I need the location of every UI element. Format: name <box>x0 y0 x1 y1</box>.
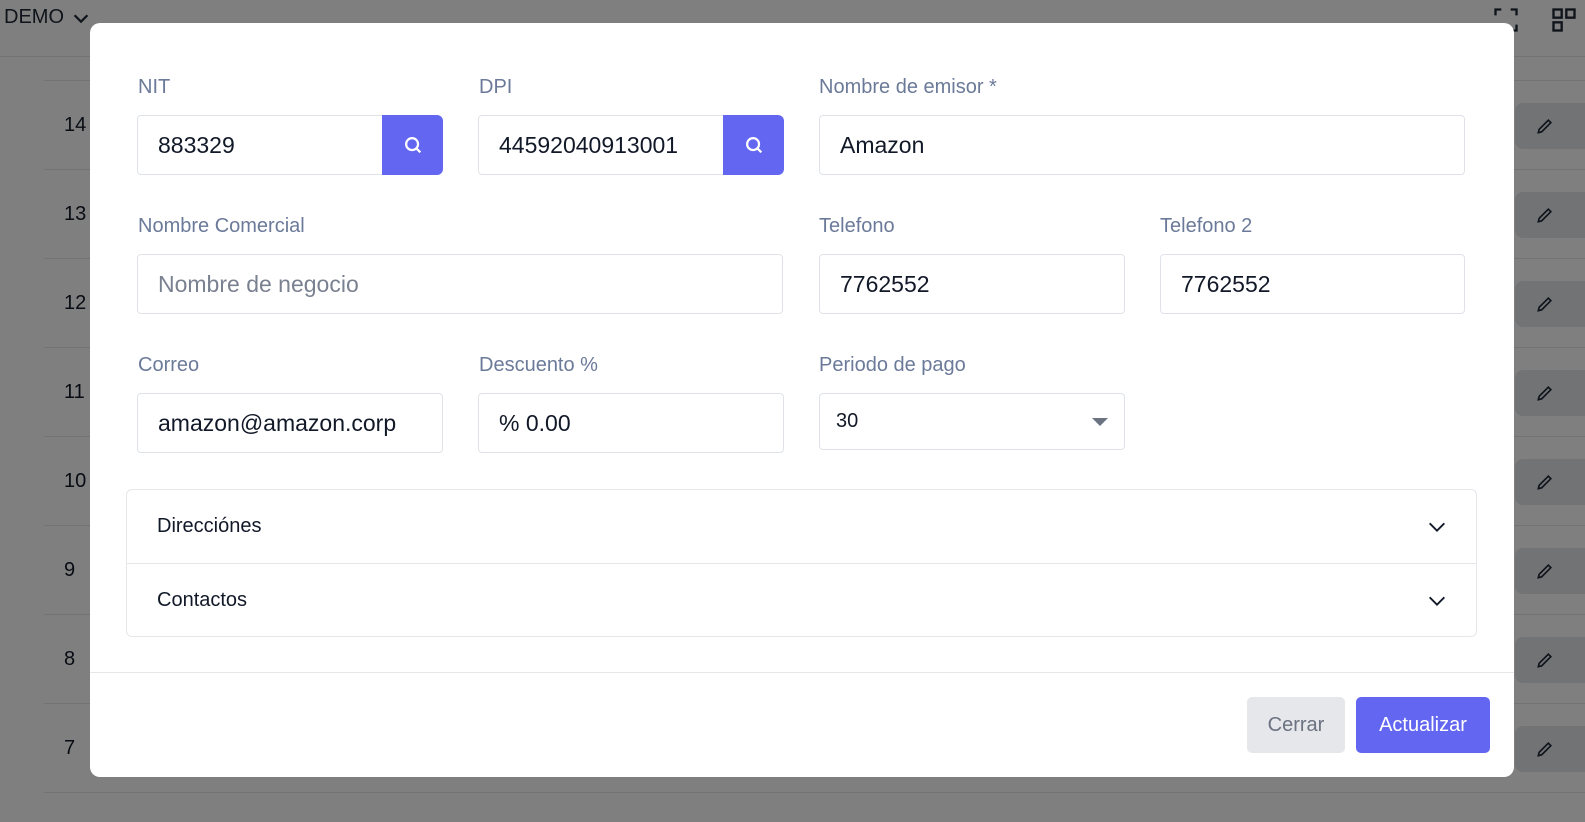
telefono2-input[interactable] <box>1160 254 1465 314</box>
accordion-contactos-label: Contactos <box>157 589 248 611</box>
correo-label: Correo <box>138 354 200 376</box>
telefono-input[interactable] <box>819 254 1125 314</box>
periodo-pago-label: Periodo de pago <box>819 354 966 376</box>
update-button[interactable]: Actualizar <box>1356 697 1490 753</box>
accordion-direcciones-label: Direcciónes <box>157 515 262 537</box>
correo-input[interactable] <box>137 393 443 453</box>
close-button[interactable]: Cerrar <box>1247 697 1345 753</box>
accordion-contactos[interactable]: Contactos <box>127 564 1476 637</box>
periodo-pago-select[interactable]: 30 <box>819 393 1125 450</box>
search-icon <box>404 137 421 154</box>
telefono2-label: Telefono 2 <box>1160 215 1253 237</box>
sections-accordion: Direcciónes Contactos <box>126 489 1477 637</box>
edit-emisor-modal: NIT DPI Nombre de emisor * Nombre Comerc… <box>90 23 1514 777</box>
nombre-emisor-label: Nombre de emisor * <box>819 76 997 98</box>
nombre-emisor-input[interactable] <box>819 115 1465 175</box>
dpi-label: DPI <box>479 76 513 98</box>
telefono-label: Telefono <box>819 215 895 237</box>
chevron-down-icon <box>1429 596 1445 606</box>
search-icon <box>745 137 762 154</box>
nit-label: NIT <box>138 76 171 98</box>
accordion-direcciones[interactable]: Direcciónes <box>127 490 1476 563</box>
nit-input[interactable] <box>137 115 383 175</box>
nombre-comercial-label: Nombre Comercial <box>138 215 305 237</box>
descuento-input[interactable] <box>478 393 784 453</box>
dpi-input[interactable] <box>478 115 724 175</box>
modal-footer-divider <box>90 672 1514 673</box>
descuento-label: Descuento % <box>479 354 598 376</box>
caret-down-icon <box>1092 418 1108 426</box>
chevron-down-icon <box>1429 522 1445 532</box>
nit-search-button[interactable] <box>382 115 443 175</box>
periodo-pago-value: 30 <box>836 410 859 432</box>
nombre-comercial-input[interactable] <box>137 254 783 314</box>
dpi-search-button[interactable] <box>723 115 784 175</box>
